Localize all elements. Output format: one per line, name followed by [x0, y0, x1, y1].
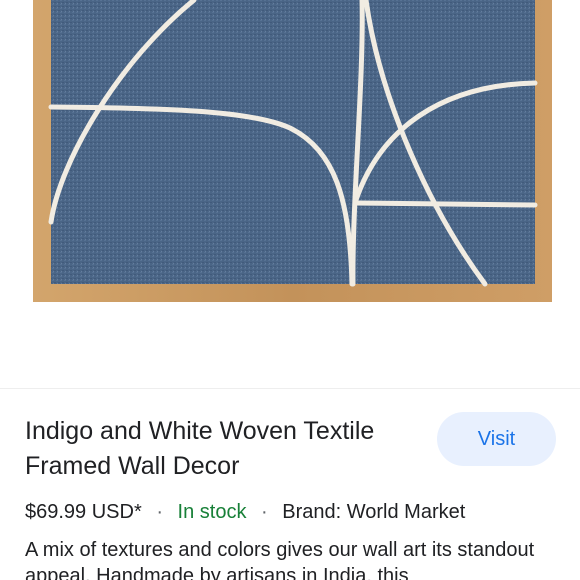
product-brand: Brand: World Market — [282, 501, 466, 523]
separator-dot: · — [156, 501, 163, 523]
image-divider — [0, 388, 580, 389]
framed-textile-artwork — [33, 0, 552, 302]
separator-dot: · — [261, 501, 268, 523]
stock-status: In stock — [177, 501, 247, 523]
product-price: $69.99 USD* — [25, 501, 142, 523]
product-panel: Indigo and White Woven Textile Framed Wa… — [0, 0, 580, 580]
product-meta-row: $69.99 USD* · In stock · Brand: World Ma… — [25, 499, 465, 525]
woven-textile — [51, 0, 535, 284]
product-description: A mix of textures and colors gives our w… — [25, 539, 535, 580]
visit-button[interactable]: Visit — [437, 412, 556, 466]
product-title: Indigo and White Woven Textile Framed Wa… — [25, 417, 375, 480]
product-image[interactable] — [0, 0, 580, 388]
